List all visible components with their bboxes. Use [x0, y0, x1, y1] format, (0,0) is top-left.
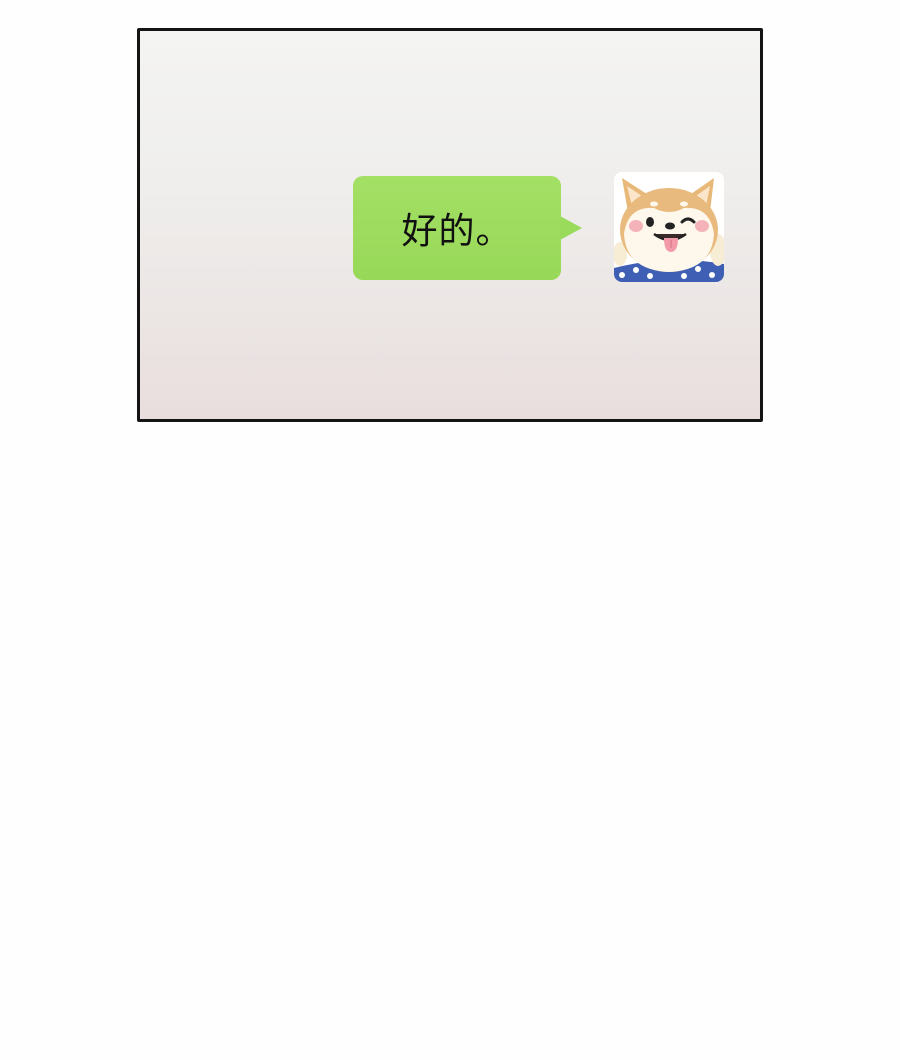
page: 好的。: [0, 0, 900, 1060]
avatar[interactable]: [614, 172, 724, 282]
shiba-dog-avatar-icon: [614, 172, 724, 282]
message-bubble[interactable]: 好的。: [353, 176, 582, 280]
message-text: 好的。: [401, 211, 513, 252]
message-row: 好的。: [140, 31, 760, 419]
bubble-tail: [560, 216, 582, 240]
chat-panel: 好的。: [137, 28, 763, 422]
